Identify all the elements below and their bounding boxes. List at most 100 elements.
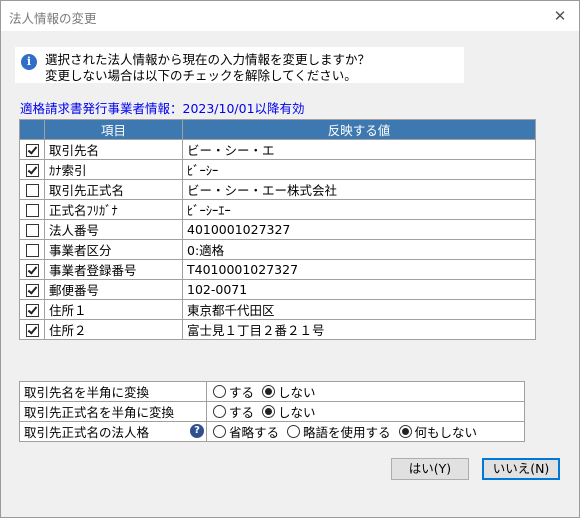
row-item-label: 事業者区分 — [44, 239, 183, 260]
radio-option[interactable]: 何もしない — [397, 425, 478, 440]
option-label: 取引先正式名を半角に変換 — [24, 405, 175, 420]
row-checkbox[interactable] — [25, 264, 39, 277]
option-label: 取引先名を半角に変換 — [24, 385, 150, 400]
row-value: ビー・シー・エー株式会社 — [182, 179, 536, 200]
row-value: ビー・シー・エ — [182, 139, 536, 160]
grid-header-value: 反映する値 — [182, 119, 536, 140]
row-checkbox[interactable] — [25, 164, 39, 177]
radio-option[interactable]: する — [211, 385, 254, 400]
row-checkbox[interactable] — [25, 284, 39, 297]
row-value: 4010001027327 — [182, 219, 536, 240]
radio-label: しない — [278, 405, 316, 420]
option-label: 取引先正式名の法人格 — [24, 425, 150, 440]
row-checkbox[interactable] — [25, 244, 39, 257]
radio-label: 略語を使用する — [303, 425, 391, 440]
option-choices: する しない — [206, 381, 525, 402]
row-item-label: 取引先名 — [44, 139, 183, 160]
row-checkbox-cell — [19, 199, 45, 220]
row-value: ﾋﾞｰｼｰ — [182, 159, 536, 180]
option-label-cell: 取引先正式名の法人格? — [19, 421, 207, 442]
row-value: 東京都千代田区 — [182, 299, 536, 320]
radio-option[interactable]: 省略する — [211, 425, 279, 440]
grid-row: 取引先名 ビー・シー・エ — [19, 139, 536, 160]
option-label-cell: 取引先正式名を半角に変換 — [19, 401, 207, 422]
radio-button[interactable] — [213, 385, 226, 398]
row-item-label: 事業者登録番号 — [44, 259, 183, 280]
option-label-cell: 取引先名を半角に変換 — [19, 381, 207, 402]
row-value: ﾋﾞｰｼｰｴｰ — [182, 199, 536, 220]
invoice-info-label: 適格請求書発行事業者情報：2023/10/01以降有効 — [20, 101, 305, 116]
conversion-options: 取引先名を半角に変換 する しない 取引先正式名を半角に変換 する しない 取引先正式名の法… — [19, 381, 525, 442]
grid-header-item: 項目 — [44, 119, 183, 140]
row-checkbox-cell — [19, 139, 45, 160]
info-icon: i — [21, 54, 37, 70]
row-value: 102-0071 — [182, 279, 536, 300]
row-checkbox-cell — [19, 299, 45, 320]
change-items-grid: 項目 反映する値 取引先名 ビー・シー・エ ｶﾅ索引 ﾋﾞｰｼｰ 取引先正式名 ビー・シー… — [19, 119, 536, 340]
row-checkbox-cell — [19, 179, 45, 200]
row-checkbox[interactable] — [25, 224, 39, 237]
row-value: 富士見１丁目２番２１号 — [182, 319, 536, 340]
row-item-label: 法人番号 — [44, 219, 183, 240]
option-choices: する しない — [206, 401, 525, 422]
option-row: 取引先正式名を半角に変換 する しない — [19, 401, 525, 422]
grid-row: 法人番号 4010001027327 — [19, 219, 536, 240]
message-panel: i 選択された法人情報から現在の入力情報を変更しますか？ 変更しない場合は以下の… — [15, 47, 464, 83]
row-checkbox-cell — [19, 219, 45, 240]
row-checkbox[interactable] — [25, 204, 39, 217]
radio-option[interactable]: する — [211, 405, 254, 420]
option-row: 取引先正式名の法人格? 省略する 略語を使用する 何もしない — [19, 421, 525, 442]
row-checkbox[interactable] — [25, 304, 39, 317]
row-item-label: ｶﾅ索引 — [44, 159, 183, 180]
row-value: T4010001027327 — [182, 259, 536, 280]
row-checkbox-cell — [19, 159, 45, 180]
row-checkbox-cell — [19, 319, 45, 340]
help-icon[interactable]: ? — [190, 424, 204, 438]
grid-header-row: 項目 反映する値 — [19, 119, 536, 140]
grid-row: 取引先正式名 ビー・シー・エー株式会社 — [19, 179, 536, 200]
yes-button[interactable]: はい(Y) — [391, 458, 469, 480]
dialog-window: 法人情報の変更 ✕ i 選択された法人情報から現在の入力情報を変更しますか？ 変… — [0, 0, 580, 518]
title-bar: 法人情報の変更 ✕ — [1, 1, 579, 31]
option-choices: 省略する 略語を使用する 何もしない — [206, 421, 525, 442]
radio-button[interactable] — [213, 425, 226, 438]
row-checkbox-cell — [19, 279, 45, 300]
radio-option[interactable]: 略語を使用する — [285, 425, 391, 440]
radio-label: 何もしない — [414, 425, 478, 440]
radio-label: する — [229, 385, 255, 400]
close-icon[interactable]: ✕ — [549, 5, 571, 27]
grid-header-check — [19, 119, 45, 140]
radio-label: しない — [278, 385, 316, 400]
radio-label: 省略する — [229, 425, 280, 440]
grid-row: ｶﾅ索引 ﾋﾞｰｼｰ — [19, 159, 536, 180]
row-item-label: 取引先正式名 — [44, 179, 183, 200]
row-checkbox[interactable] — [25, 184, 39, 197]
option-row: 取引先名を半角に変換 する しない — [19, 381, 525, 402]
grid-row: 正式名ﾌﾘｶﾞﾅ ﾋﾞｰｼｰｴｰ — [19, 199, 536, 220]
message-line-2: 変更しない場合は以下のチェックを解除してください。 — [45, 68, 357, 83]
radio-button[interactable] — [287, 425, 301, 438]
radio-option[interactable]: しない — [260, 385, 316, 400]
window-title: 法人情報の変更 — [9, 11, 97, 26]
row-checkbox-cell — [19, 239, 45, 260]
radio-button[interactable] — [262, 405, 276, 418]
row-checkbox-cell — [19, 259, 45, 280]
row-checkbox[interactable] — [25, 324, 39, 337]
row-item-label: 郵便番号 — [44, 279, 183, 300]
row-value: 0:適格 — [182, 239, 536, 260]
row-item-label: 正式名ﾌﾘｶﾞﾅ — [44, 199, 183, 220]
grid-row: 住所１ 東京都千代田区 — [19, 299, 536, 320]
radio-label: する — [229, 405, 255, 420]
radio-option[interactable]: しない — [260, 405, 316, 420]
row-checkbox[interactable] — [25, 144, 39, 157]
row-item-label: 住所１ — [44, 299, 183, 320]
grid-row: 住所２ 富士見１丁目２番２１号 — [19, 319, 536, 340]
grid-row: 事業者区分 0:適格 — [19, 239, 536, 260]
radio-button[interactable] — [398, 425, 412, 438]
radio-button[interactable] — [213, 405, 226, 418]
grid-row: 郵便番号 102-0071 — [19, 279, 536, 300]
grid-row: 事業者登録番号 T4010001027327 — [19, 259, 536, 280]
no-button[interactable]: いいえ(N) — [482, 458, 560, 480]
radio-button[interactable] — [262, 385, 276, 398]
row-item-label: 住所２ — [44, 319, 183, 340]
